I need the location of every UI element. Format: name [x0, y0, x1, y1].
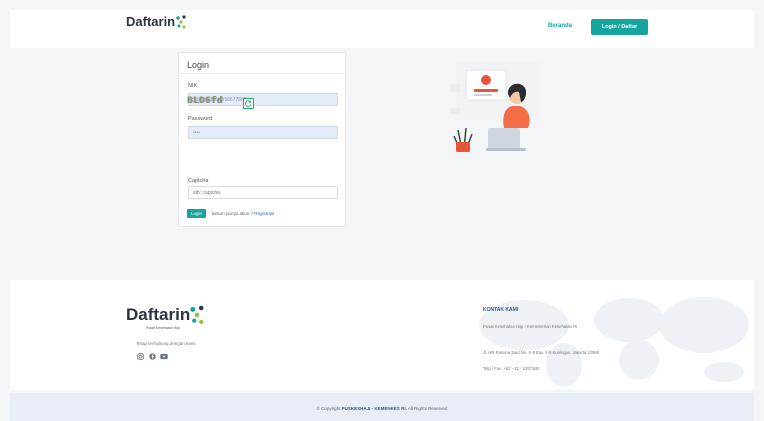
- contact-org: Pusat Kesehatan Haji - Kementerian Keseh…: [483, 324, 578, 329]
- contact-title: KONTAK KAMI: [483, 307, 519, 313]
- captcha-label: Captcha: [188, 178, 209, 184]
- login-title: Login: [187, 60, 210, 70]
- youtube-icon[interactable]: [160, 352, 168, 360]
- dna-helix-logo-icon: [176, 14, 186, 28]
- brand-logo[interactable]: Daftarin: [126, 14, 186, 29]
- copyright-prefix: © Copyright: [316, 406, 342, 411]
- facebook-icon[interactable]: [148, 352, 156, 360]
- card-divider: [179, 73, 345, 74]
- captcha-text: BLD6fd: [187, 96, 223, 106]
- password-field[interactable]: [188, 126, 338, 139]
- password-label: Password: [188, 116, 213, 122]
- nik-label: NIK: [188, 83, 198, 89]
- copyright-text: © Copyright PUSKESHAJI - KEMENKES RI. Al…: [0, 406, 764, 411]
- nav-home-link[interactable]: Beranda: [548, 23, 572, 29]
- copyright-org: PUSKESHAJI - KEMENKES RI.: [341, 406, 407, 411]
- footer-brand-subtitle: Pusat Kesehatan Haji: [146, 326, 180, 330]
- footer-brand-logo: Daftarin: [126, 305, 204, 325]
- copyright-suffix: All Rights Reserved: [406, 406, 448, 411]
- dna-helix-logo-icon: [190, 305, 204, 325]
- refresh-icon: [245, 100, 252, 107]
- captcha-image: BLD6fd: [187, 96, 239, 112]
- brand-name: Daftarin: [126, 14, 176, 29]
- register-prompt: Belum punya akun ? Registrasi: [212, 211, 274, 216]
- login-register-button[interactable]: Login / Daftar: [591, 19, 648, 35]
- world-map-background: [479, 297, 749, 387]
- login-submit-button[interactable]: Login: [187, 209, 206, 218]
- login-card: Login NIK Password Captcha: [178, 52, 346, 227]
- captcha-input[interactable]: [188, 186, 338, 199]
- contact-phone: Telp / Fax. +62 - 21 - 5257480: [483, 366, 539, 371]
- footer-tagline: Tetap terhubung dengan kami: [136, 341, 196, 346]
- register-prompt-text: Belum punya akun ?: [212, 211, 254, 216]
- captcha-refresh-button[interactable]: [243, 98, 254, 109]
- social-links: [136, 352, 168, 360]
- contact-address: Jl. HR Rasuna Said No. X-5 Kav. 4-9 Kuni…: [483, 350, 600, 355]
- instagram-icon[interactable]: [136, 352, 144, 360]
- register-link[interactable]: Registrasi: [254, 211, 274, 216]
- person-laptop-illustration: [450, 62, 542, 152]
- footer: [10, 280, 754, 390]
- footer-brand-name: Daftarin: [126, 305, 191, 324]
